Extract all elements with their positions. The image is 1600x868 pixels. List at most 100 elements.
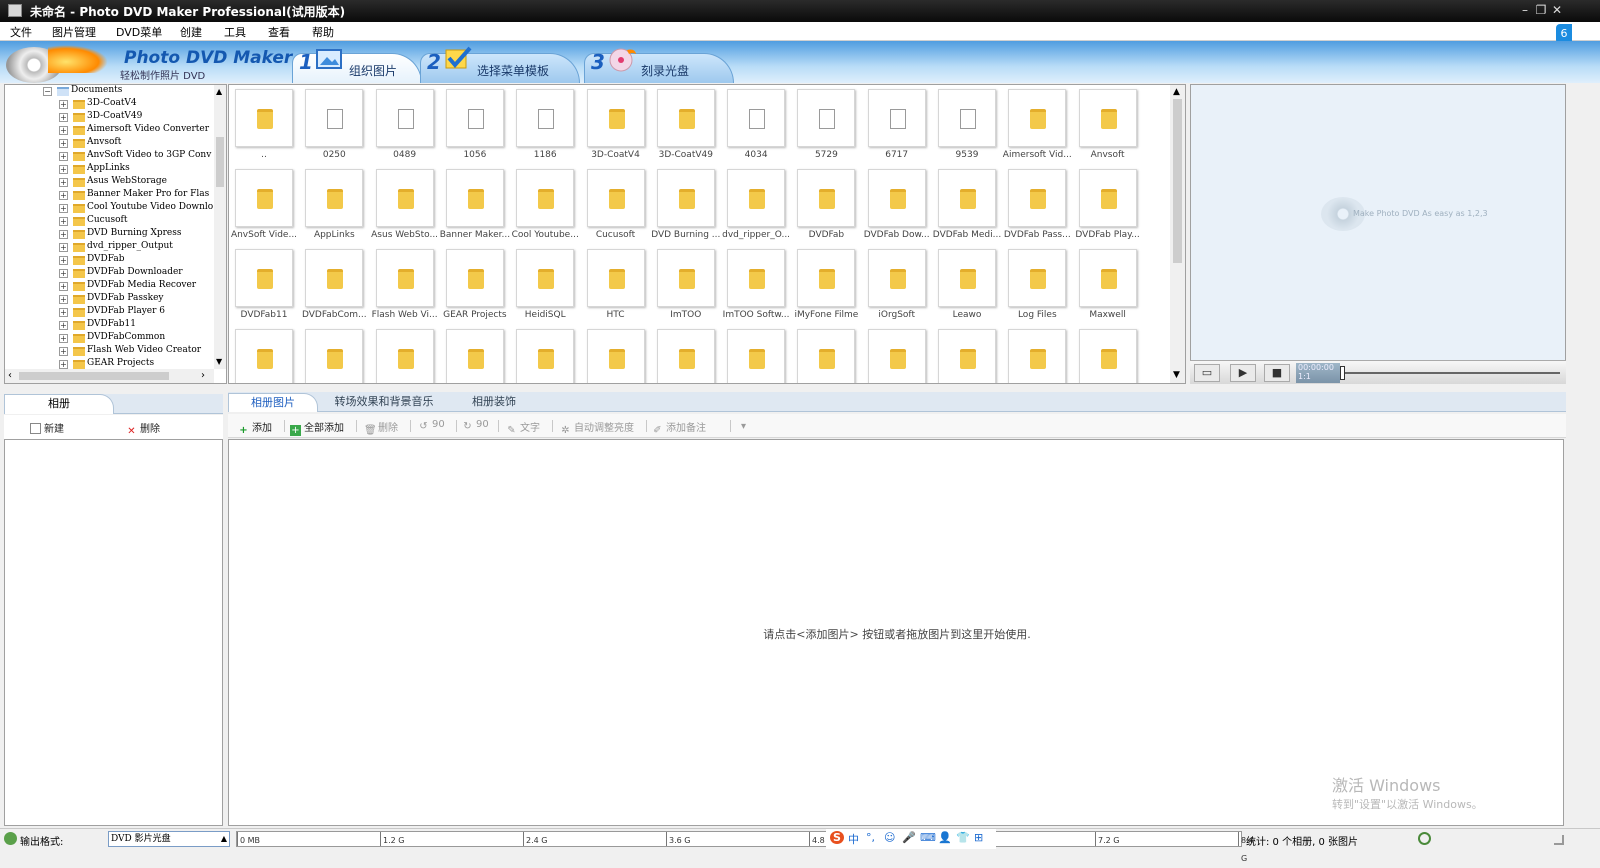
folder-tile[interactable] <box>512 327 578 383</box>
folder-tile[interactable]: DVDFab Pass... <box>1004 167 1071 245</box>
keyboard-icon[interactable]: ⌨ <box>920 831 936 844</box>
expand-icon[interactable]: + <box>59 230 68 239</box>
folder-tile[interactable]: Aimersoft Vid... <box>1003 87 1072 165</box>
sogou-icon[interactable]: S <box>830 831 844 844</box>
file-tile[interactable]: 1186 <box>512 87 578 165</box>
folder-tile[interactable] <box>372 327 438 383</box>
emoji-icon[interactable]: ☺ <box>884 831 895 844</box>
file-tile[interactable]: 0250 <box>301 87 367 165</box>
folder-tile[interactable]: ImTOO Softw... <box>723 247 790 325</box>
scroll-thumb[interactable] <box>19 372 169 380</box>
maximize-button[interactable]: ❐ <box>1534 2 1548 18</box>
album-list[interactable] <box>4 439 223 826</box>
folder-tile[interactable] <box>934 327 1000 383</box>
grid-icon[interactable]: ⊞ <box>974 831 983 844</box>
scroll-thumb[interactable] <box>216 137 224 187</box>
file-tile[interactable]: 4034 <box>723 87 789 165</box>
folder-tile[interactable] <box>1075 327 1141 383</box>
grid-vertical-scrollbar[interactable]: ▲ ▼ <box>1170 85 1185 383</box>
folder-tile[interactable]: Maxwell <box>1075 247 1141 325</box>
expand-icon[interactable]: + <box>59 126 68 135</box>
expand-icon[interactable]: + <box>59 243 68 252</box>
expand-icon[interactable]: + <box>59 334 68 343</box>
microphone-icon[interactable]: 🎤 <box>902 831 916 844</box>
folder-tile[interactable]: DVD Burning ... <box>651 167 720 245</box>
folder-tile[interactable] <box>723 327 789 383</box>
scroll-down-icon[interactable]: ▼ <box>1173 370 1180 380</box>
expand-icon[interactable]: + <box>59 282 68 291</box>
seek-handle[interactable] <box>1340 366 1345 380</box>
tree-horizontal-scrollbar[interactable]: ‹ › <box>5 369 214 383</box>
rotate-left-button[interactable]: ↺ 90 <box>418 419 444 432</box>
folder-tile[interactable]: HeidiSQL <box>512 247 578 325</box>
folder-tile[interactable]: DVDFab <box>793 167 859 245</box>
step-tab-menu-template[interactable]: 2 选择菜单模板 <box>420 46 580 83</box>
text-button[interactable]: ✎ 文字 <box>506 419 540 436</box>
scroll-left-icon[interactable]: ‹ <box>8 370 12 381</box>
folder-tile[interactable]: DVDFab Dow... <box>864 167 930 245</box>
expand-icon[interactable]: + <box>59 360 68 369</box>
scroll-thumb[interactable] <box>1173 99 1182 263</box>
expand-icon[interactable]: + <box>59 269 68 278</box>
file-tile[interactable]: 1056 <box>442 87 508 165</box>
add-all-button[interactable]: + 全部添加 <box>290 419 344 436</box>
expand-icon[interactable]: + <box>59 256 68 265</box>
add-photo-button[interactable]: + 添加 <box>238 419 272 436</box>
folder-tile[interactable]: 3D-CoatV4 <box>583 87 649 165</box>
output-format-select[interactable]: DVD 影片光盘 ▲ <box>108 831 230 847</box>
folder-tile[interactable]: Cool Youtube... <box>512 167 579 245</box>
file-tile[interactable]: 0489 <box>372 87 438 165</box>
folder-tile[interactable]: DVDFab Medi... <box>933 167 1001 245</box>
expand-icon[interactable]: + <box>59 295 68 304</box>
expand-icon[interactable]: + <box>59 217 68 226</box>
tab-album[interactable]: 相册 <box>4 394 114 414</box>
scroll-up-icon[interactable]: ▲ <box>1173 87 1180 97</box>
menu-tools[interactable]: 工具 <box>224 24 246 40</box>
expand-icon[interactable]: + <box>59 204 68 213</box>
menu-image-manage[interactable]: 图片管理 <box>52 24 96 40</box>
folder-tile[interactable] <box>231 327 297 383</box>
folder-tile[interactable]: Flash Web Vi... <box>372 247 438 325</box>
expand-icon[interactable]: + <box>59 152 68 161</box>
close-button[interactable]: ✕ <box>1550 2 1564 18</box>
expand-icon[interactable]: + <box>59 191 68 200</box>
folder-tile[interactable] <box>583 327 649 383</box>
step-tab-organize[interactable]: 1 组织图片 <box>292 49 422 83</box>
expand-icon[interactable]: + <box>59 100 68 109</box>
folder-tile[interactable] <box>864 327 930 383</box>
stop-button[interactable]: ■ <box>1264 364 1290 382</box>
rotate-right-button[interactable]: ↻ 90 <box>462 419 488 432</box>
expand-icon[interactable]: + <box>59 113 68 122</box>
shirt-icon[interactable]: 👕 <box>956 831 970 844</box>
minimize-button[interactable]: – <box>1518 2 1532 18</box>
folder-tile[interactable] <box>793 327 859 383</box>
chinese-mode-icon[interactable]: 中 <box>848 831 859 847</box>
folder-tile[interactable] <box>1004 327 1070 383</box>
preview-mode-button[interactable]: ▭ <box>1194 364 1220 382</box>
seek-track[interactable] <box>1342 372 1560 374</box>
menu-create[interactable]: 创建 <box>180 24 202 40</box>
tab-album-photos[interactable]: 相册图片 <box>228 393 318 412</box>
expand-icon[interactable]: + <box>59 321 68 330</box>
folder-tile[interactable]: Log Files <box>1004 247 1070 325</box>
menu-view[interactable]: 查看 <box>268 24 290 40</box>
refresh-icon[interactable] <box>1418 832 1431 845</box>
folder-tile[interactable]: DVDFabCom... <box>301 247 367 325</box>
punctuation-icon[interactable]: °, <box>866 831 875 844</box>
folder-tile[interactable] <box>653 327 719 383</box>
folder-tile[interactable]: AppLinks <box>301 167 367 245</box>
folder-tile[interactable]: GEAR Projects <box>442 247 508 325</box>
user-icon[interactable]: 👤 <box>938 831 952 844</box>
folder-tile[interactable]: iMyFone Filme <box>793 247 859 325</box>
folder-tile[interactable]: iOrgSoft <box>864 247 930 325</box>
folder-tile[interactable]: .. <box>231 87 297 165</box>
file-tile[interactable]: 5729 <box>793 87 859 165</box>
folder-tile[interactable]: DVDFab Play... <box>1075 167 1141 245</box>
delete-album-button[interactable]: ✕ 删除 <box>126 420 160 437</box>
menu-file[interactable]: 文件 <box>10 24 32 40</box>
more-dropdown-button[interactable]: ▾ <box>738 419 752 432</box>
add-note-button[interactable]: ✐ 添加备注 <box>652 419 706 436</box>
file-tile[interactable]: 9539 <box>934 87 1000 165</box>
folder-tile[interactable]: Leawo <box>934 247 1000 325</box>
tab-transitions-music[interactable]: 转场效果和背景音乐 <box>324 393 444 412</box>
